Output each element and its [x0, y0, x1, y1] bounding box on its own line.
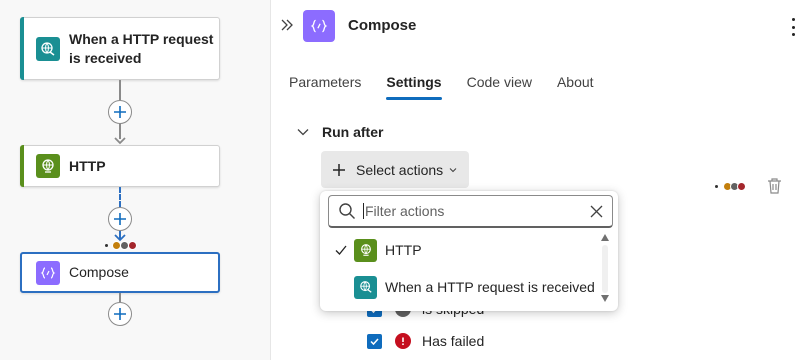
status-indicator-dot [715, 185, 718, 188]
filter-actions-input[interactable] [363, 203, 573, 219]
tab-parameters[interactable]: Parameters [289, 74, 361, 98]
status-label: Has failed [422, 333, 485, 349]
connector-line [119, 293, 121, 302]
plus-icon [333, 163, 345, 176]
workflow-canvas: When a HTTP request is received HTTP Com… [0, 0, 270, 360]
status-indicator-dot [105, 244, 108, 247]
run-after-status-dots [715, 182, 746, 191]
section-heading: Run after [322, 124, 384, 140]
insert-step-button[interactable] [108, 302, 132, 326]
status-option-failed[interactable]: Has failed [367, 333, 484, 349]
plus-icon [114, 213, 126, 225]
node-accent-bar [20, 17, 24, 80]
node-accent-bar [20, 145, 24, 187]
failed-icon [395, 333, 411, 349]
node-label: When a HTTP request is received [69, 30, 214, 66]
compose-icon [303, 10, 335, 42]
select-actions-label: Select actions [356, 161, 444, 178]
checkbox-checked[interactable] [367, 333, 382, 349]
run-after-section-toggle[interactable]: Run after [297, 124, 383, 140]
scrollbar-track[interactable] [602, 245, 608, 293]
compose-icon [36, 260, 60, 285]
arrow-down-icon [114, 137, 126, 145]
dropdown-option-http[interactable]: HTTP [320, 232, 600, 268]
insert-step-button[interactable] [108, 100, 132, 124]
chevron-down-icon [297, 129, 309, 136]
status-dot-failed [737, 182, 746, 191]
trigger-node-http-request[interactable]: When a HTTP request is received [20, 17, 220, 80]
tab-about[interactable]: About [557, 74, 594, 98]
option-label: HTTP [385, 242, 422, 258]
plus-icon [114, 106, 126, 118]
connector-line [119, 80, 121, 100]
chevron-down-icon [449, 167, 457, 172]
connector-line-dashed [119, 187, 121, 207]
plus-icon [114, 308, 126, 320]
scroll-down-arrow[interactable] [601, 295, 609, 302]
run-after-status-dots [112, 241, 137, 250]
status-dot-failed [128, 241, 137, 250]
panel-tabs: Parameters Settings Code view About [289, 74, 619, 100]
node-label: HTTP [69, 157, 106, 174]
search-icon [339, 203, 355, 219]
panel-title[interactable]: Compose [348, 17, 416, 34]
insert-step-button[interactable] [108, 207, 132, 231]
dropdown-option-http-request-trigger[interactable]: When a HTTP request is received [320, 269, 600, 305]
more-options-icon[interactable] [790, 18, 796, 36]
select-actions-dropdown: HTTP When a HTTP request is received [320, 191, 618, 311]
http-request-trigger-icon [354, 275, 377, 299]
checkmark-icon [335, 245, 347, 255]
tab-settings[interactable]: Settings [386, 74, 442, 100]
action-node-compose[interactable]: Compose [20, 252, 220, 293]
action-node-http[interactable]: HTTP [20, 145, 220, 187]
close-icon[interactable] [590, 205, 603, 218]
http-globe-icon [354, 238, 377, 262]
delete-icon[interactable] [766, 177, 783, 195]
collapse-panel-icon[interactable] [280, 18, 294, 32]
option-label: When a HTTP request is received [385, 279, 595, 295]
tab-code-view[interactable]: Code view [467, 74, 532, 98]
scroll-up-arrow[interactable] [601, 234, 609, 241]
http-globe-icon [36, 154, 60, 178]
http-request-trigger-icon [36, 36, 60, 61]
node-label: Compose [69, 264, 129, 280]
filter-actions-field[interactable] [328, 195, 613, 228]
select-actions-button[interactable]: Select actions [321, 151, 469, 188]
